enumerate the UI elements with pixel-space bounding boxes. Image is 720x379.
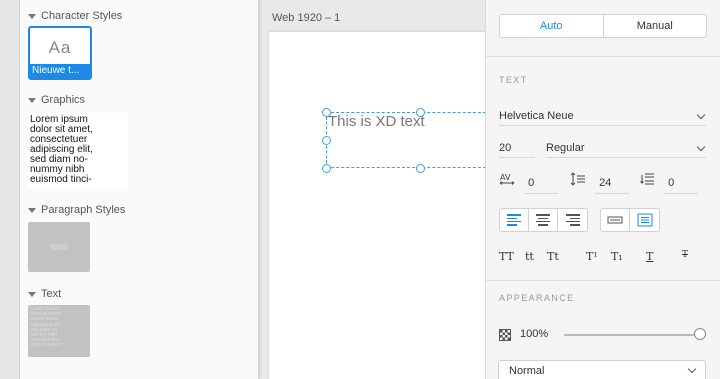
paragraph-spacing-icon [639,172,657,194]
divider [486,56,720,57]
area-text-button[interactable] [630,209,659,231]
character-spacing-icon: AV [499,172,517,194]
chevron-down-icon [28,97,36,103]
text-sizing-toggle: Auto Manual [499,14,707,38]
chevron-down-icon [687,364,697,374]
resize-handle-top-center[interactable] [416,108,425,117]
tool-strip [0,0,20,379]
resize-handle-bottom-center[interactable] [416,164,425,173]
character-spacing-value: 0 [524,173,559,194]
opacity-icon [499,328,511,346]
line-spacing-value: 24 [595,173,630,194]
chevron-down-icon [28,207,36,213]
paragraph-style-thumbnail[interactable] [28,222,90,272]
underline-button[interactable]: T [646,250,653,263]
paragraph-styles-heading: Paragraph Styles [41,204,126,216]
line-spacing-control[interactable]: 24 [570,172,630,194]
divider [486,280,720,281]
blend-mode-value: Normal [509,365,545,377]
character-styles-header[interactable]: Character Styles [28,10,122,22]
text-alignment-group [499,208,588,232]
artboard-title[interactable]: Web 1920 – 1 [272,12,340,24]
character-spacing-control[interactable]: AV 0 [499,172,559,194]
character-style-label: Nieuwe t... [30,64,90,78]
point-text-button[interactable] [601,209,630,231]
appearance-section-title: APPEARANCE [499,293,575,303]
superscript-button[interactable]: T¹ [586,250,598,263]
assets-panel: Character Styles Aa Nieuwe t... Graphics… [20,0,259,379]
titlecase-button[interactable]: Tt [547,250,559,263]
graphic-text-asset[interactable]: Lorem ipsum dolor sit amet, consectetuer… [28,113,128,189]
font-size-input[interactable]: 20 [499,138,535,158]
resize-handle-middle-left[interactable] [322,136,331,145]
opacity-slider[interactable] [564,328,706,340]
align-center-button[interactable] [529,209,558,231]
manual-size-button[interactable]: Manual [604,15,707,37]
character-style-card[interactable]: Aa Nieuwe t... [28,26,92,80]
chevron-down-icon [28,291,36,297]
paragraph-style-preview [50,244,68,250]
character-styles-heading: Character Styles [41,10,123,22]
text-heading: Text [41,288,62,300]
subscript-button[interactable]: T₁ [611,250,623,263]
align-right-button[interactable] [558,209,587,231]
align-left-button[interactable] [500,209,529,231]
line-spacing-icon [570,172,588,194]
paragraph-spacing-control[interactable]: 0 [639,172,699,194]
resize-handle-bottom-left[interactable] [322,164,331,173]
property-inspector: Auto Manual TEXT Helvetica Neue 20 Regul… [485,0,720,379]
svg-text:AV: AV [500,173,511,182]
text-thumb-line: dunt ut laoreet [30,342,62,349]
opacity-slider-handle[interactable] [694,328,706,340]
text-header[interactable]: Text [28,288,61,300]
graphic-text-line: euismod tinci- [30,174,92,185]
character-style-preview: Aa [48,38,72,57]
paragraph-styles-header[interactable]: Paragraph Styles [28,204,125,216]
blend-mode-dropdown[interactable]: Normal [498,360,706,379]
align-right-icon [565,214,580,226]
auto-size-button[interactable]: Auto [500,15,604,37]
graphics-heading: Graphics [41,94,86,106]
resize-handle-top-left[interactable] [322,108,331,117]
text-asset-thumbnail[interactable]: Lorem ipsum dolor sit amet, consectetuer… [28,305,90,357]
align-center-icon [536,214,550,226]
graphics-header[interactable]: Graphics [28,94,85,106]
font-family-value: Helvetica Neue [499,110,574,122]
uppercase-button[interactable]: TT [499,250,514,263]
text-section-title: TEXT [499,75,528,85]
point-text-icon [607,216,623,224]
font-weight-dropdown[interactable]: Regular [546,138,706,158]
area-text-icon [637,213,652,227]
chevron-down-icon [696,142,706,152]
artboard[interactable] [269,32,489,379]
strikethrough-button[interactable]: T [682,250,688,260]
text-box-type-group [600,208,660,232]
font-family-dropdown[interactable]: Helvetica Neue [499,106,706,126]
paragraph-spacing-value: 0 [664,173,699,194]
font-weight-value: Regular [546,142,585,154]
lowercase-button[interactable]: tt [525,250,534,263]
opacity-value[interactable]: 100% [520,328,548,340]
chevron-down-icon [28,13,36,19]
canvas-text-object[interactable]: This is XD text [328,113,425,130]
chevron-down-icon [696,110,706,120]
align-left-icon [507,214,521,226]
